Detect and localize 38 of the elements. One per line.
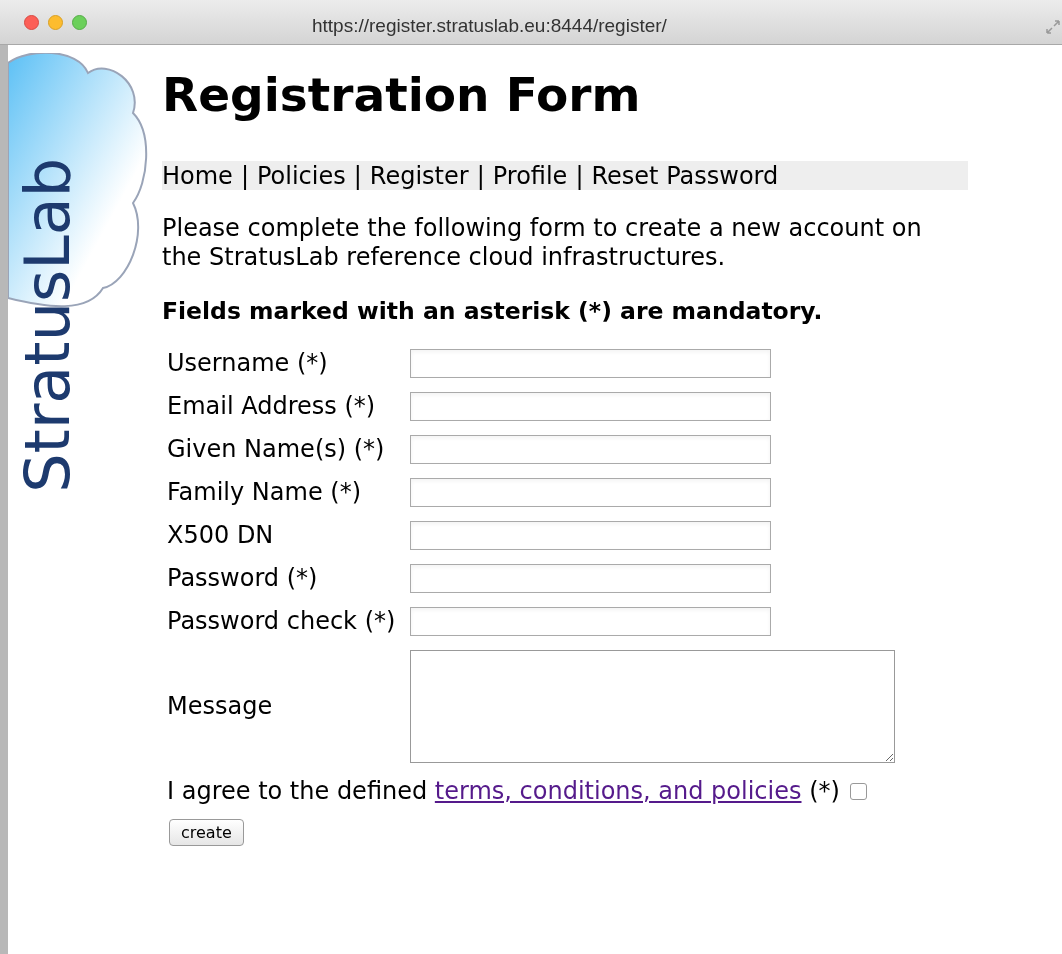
nav-separator: | bbox=[353, 160, 362, 192]
agree-text: I agree to the defined terms, conditions, and policies (*) bbox=[167, 776, 840, 808]
password-field[interactable] bbox=[410, 564, 771, 594]
create-button[interactable]: create bbox=[169, 819, 244, 847]
intro-text: Please complete the following form to create a new account on the StratusLab reference cloud infrastructures. bbox=[162, 214, 923, 272]
field-label: Password check (*) bbox=[167, 607, 397, 637]
field-label: Username (*) bbox=[167, 349, 329, 379]
password-field[interactable] bbox=[410, 607, 771, 637]
field-label: Password (*) bbox=[167, 564, 319, 594]
input-field[interactable] bbox=[410, 349, 771, 379]
page-title: Registration Form bbox=[162, 66, 642, 124]
fullscreen-icon[interactable] bbox=[1046, 20, 1060, 34]
field-label: Message bbox=[167, 692, 274, 722]
input-field[interactable] bbox=[410, 435, 771, 465]
mandatory-note: Fields marked with an asterisk (*) are mandatory. bbox=[162, 296, 824, 327]
nav-separator: | bbox=[476, 160, 485, 192]
nav-link[interactable]: Reset Password bbox=[591, 157, 779, 194]
maximize-icon[interactable] bbox=[72, 14, 87, 30]
field-label: Email Address (*) bbox=[167, 392, 377, 422]
logo-text: StratusLab bbox=[9, 156, 85, 495]
nav-link[interactable]: Register bbox=[369, 157, 469, 194]
nav-separator: | bbox=[240, 160, 249, 192]
minimize-icon[interactable] bbox=[48, 14, 63, 30]
terms-link[interactable]: terms, conditions, and policies bbox=[434, 777, 802, 806]
input-field[interactable] bbox=[410, 478, 771, 508]
nav-link[interactable]: Policies bbox=[256, 157, 346, 194]
agree-checkbox[interactable] bbox=[849, 782, 867, 800]
nav-separator: | bbox=[575, 160, 584, 192]
field-label: X500 DN bbox=[167, 521, 275, 551]
window-url: https://register.stratuslab.eu:8444/register/ bbox=[312, 14, 667, 38]
close-icon[interactable] bbox=[24, 14, 39, 30]
input-field[interactable] bbox=[410, 392, 771, 422]
nav-link[interactable]: Home bbox=[162, 157, 233, 194]
field-label: Given Name(s) (*) bbox=[167, 435, 386, 465]
nav-link[interactable]: Profile bbox=[492, 157, 568, 194]
input-field[interactable] bbox=[410, 521, 771, 551]
message-field[interactable] bbox=[410, 650, 895, 764]
field-label: Family Name (*) bbox=[167, 478, 362, 508]
